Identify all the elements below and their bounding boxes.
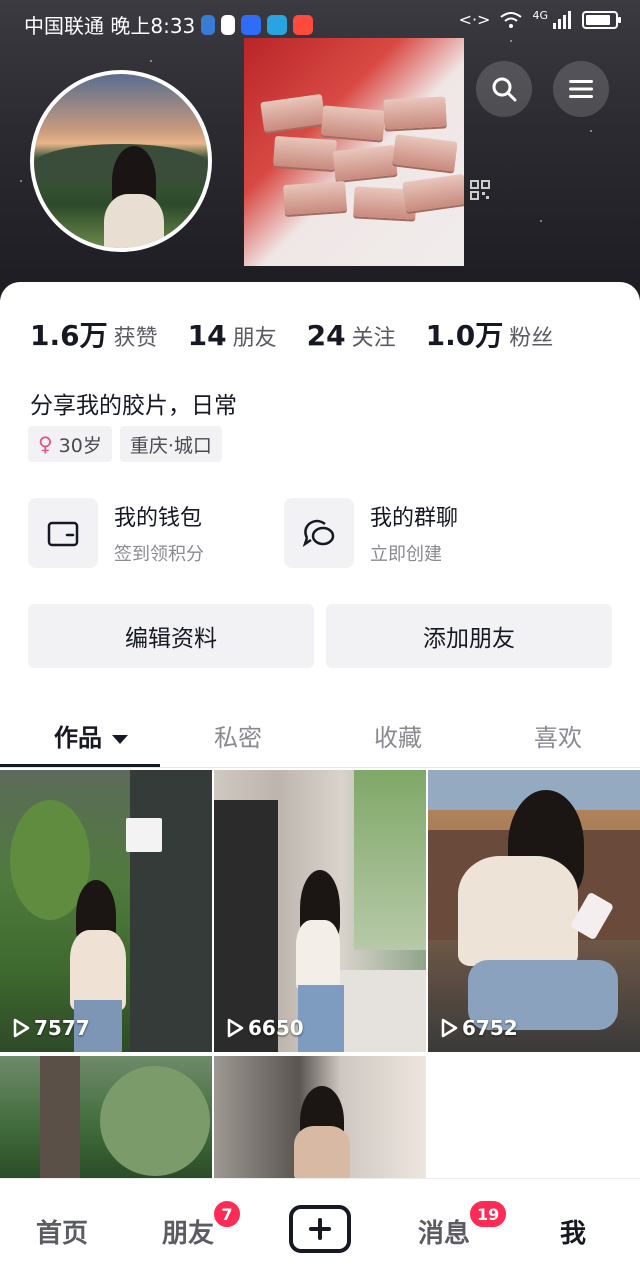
stat-label: 关注: [351, 326, 396, 351]
video-thumbnail[interactable]: [0, 1056, 212, 1180]
video-thumbnail[interactable]: 6752: [428, 770, 640, 1052]
profile-stats: 1.6万 获赞 14 朋友 24 关注 1.0万 粉丝: [30, 314, 583, 354]
messages-badge: 19: [468, 1199, 509, 1229]
qr-code-icon[interactable]: [470, 180, 490, 200]
play-count: 6650: [226, 1016, 304, 1040]
stat-label: 朋友: [232, 326, 277, 351]
stat-following[interactable]: 24 关注: [307, 319, 396, 352]
power-saving-icon: [201, 14, 216, 35]
content-tabs: 作品 私密 收藏 喜欢: [0, 700, 640, 768]
age-text: 30岁: [58, 434, 102, 457]
stat-value: 1.6万: [30, 319, 108, 352]
friends-badge: 7: [212, 1199, 242, 1229]
group-chat-icon: [302, 519, 335, 548]
wallet-shortcut[interactable]: 我的钱包 签到领积分: [28, 498, 204, 568]
video-thumbnail[interactable]: [214, 1056, 426, 1180]
battery-icon: [582, 10, 621, 29]
play-icon: [227, 1018, 244, 1038]
location-text: 重庆·城口: [129, 434, 212, 457]
bottom-nav: 首页 朋友 7 消息 19 我: [0, 1178, 640, 1280]
profile-bio[interactable]: 分享我的胶片，日常: [30, 386, 237, 420]
nav-home[interactable]: 首页: [36, 1213, 88, 1250]
female-icon: ♀: [38, 432, 53, 456]
wifi-icon: [500, 11, 523, 28]
network-type: 4G: [532, 9, 548, 22]
video-thumbnail[interactable]: 7577: [0, 770, 212, 1052]
menu-button[interactable]: [553, 61, 609, 117]
tab-collections[interactable]: 收藏: [374, 718, 422, 753]
alert-icon: [221, 14, 236, 35]
plus-icon: [309, 1218, 331, 1240]
stat-friends[interactable]: 14 朋友: [188, 319, 277, 352]
create-button[interactable]: [289, 1205, 351, 1253]
shortcut-title: 我的钱包: [114, 506, 203, 531]
tab-label: 作品: [54, 724, 102, 752]
book-app-icon: [267, 14, 288, 35]
bulb-app-icon: [241, 14, 262, 35]
stat-followers[interactable]: 1.0万 粉丝: [426, 314, 554, 354]
play-icon: [13, 1018, 30, 1038]
stat-label: 粉丝: [509, 326, 554, 351]
shop-app-icon: [293, 14, 314, 35]
shortcut-title: 我的群聊: [370, 506, 459, 531]
nav-messages[interactable]: 消息: [418, 1213, 470, 1250]
stat-value: 14: [187, 319, 227, 352]
stat-value: 24: [306, 319, 346, 352]
carrier-time: 中国联通 晚上8:33: [24, 14, 196, 38]
age-tag: ♀ 30岁: [28, 426, 112, 462]
cover-image[interactable]: [244, 38, 464, 266]
avatar[interactable]: [30, 70, 212, 252]
signal-icon: [553, 10, 571, 29]
play-count-text: 7577: [34, 1016, 90, 1040]
tab-indicator: [0, 764, 160, 767]
add-friend-button[interactable]: 添加朋友: [326, 604, 612, 668]
stat-value: 1.0万: [425, 319, 504, 352]
search-icon: [492, 77, 517, 102]
tab-private[interactable]: 私密: [214, 718, 262, 753]
nav-friends[interactable]: 朋友: [162, 1213, 214, 1250]
chevron-down-icon: [112, 734, 128, 744]
video-thumbnail[interactable]: 6650: [214, 770, 426, 1052]
tab-works[interactable]: 作品: [54, 718, 128, 753]
edit-profile-button[interactable]: 编辑资料: [28, 604, 314, 668]
search-button[interactable]: [476, 61, 532, 117]
play-count-text: 6650: [248, 1016, 304, 1040]
menu-icon: [569, 80, 593, 98]
play-icon: [441, 1018, 458, 1038]
stat-likes[interactable]: 1.6万 获赞: [30, 314, 158, 354]
play-count: 6752: [440, 1016, 518, 1040]
shortcut-subtitle: 签到领积分: [114, 544, 204, 565]
profile-tags: ♀ 30岁 重庆·城口: [28, 426, 222, 462]
stat-label: 获赞: [113, 326, 158, 351]
group-chat-shortcut[interactable]: 我的群聊 立即创建: [284, 498, 458, 568]
nfc-icon: <·>: [458, 10, 491, 29]
shortcut-subtitle: 立即创建: [370, 544, 442, 565]
play-count: 7577: [12, 1016, 90, 1040]
wallet-icon: [47, 521, 79, 547]
tab-likes[interactable]: 喜欢: [534, 718, 582, 753]
nav-me[interactable]: 我: [560, 1213, 586, 1250]
location-tag: 重庆·城口: [119, 426, 222, 462]
play-count-text: 6752: [462, 1016, 518, 1040]
